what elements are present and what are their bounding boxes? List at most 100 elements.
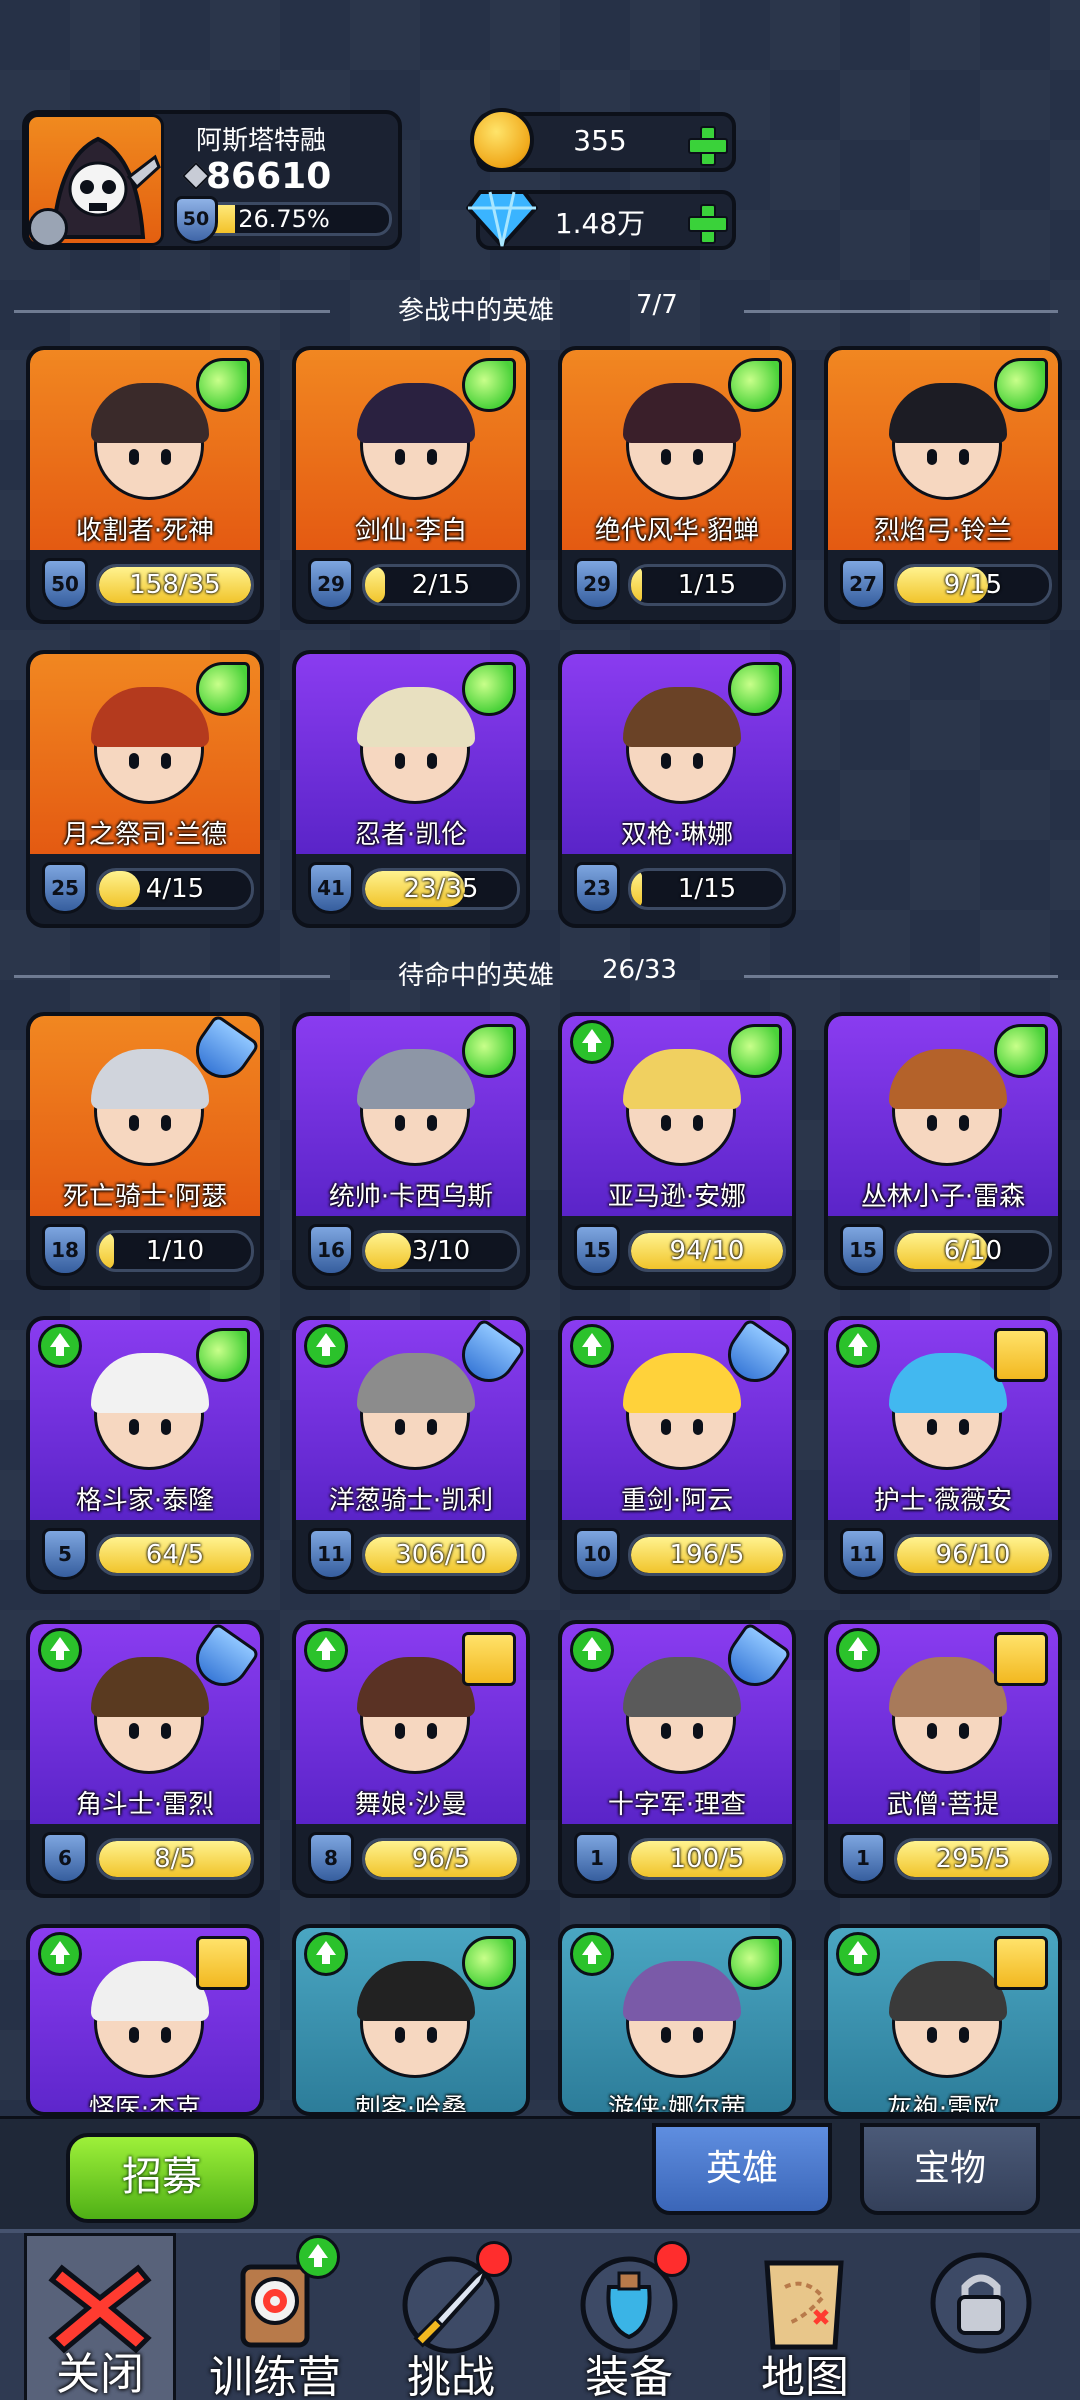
hero-name: 剑仙·李白 bbox=[354, 516, 468, 546]
hero-card[interactable]: 统帅·卡西乌斯 16 3/10 bbox=[292, 1012, 530, 1290]
add-gold-plus-icon[interactable] bbox=[686, 124, 728, 166]
hero-shard-bar: 196/5 bbox=[628, 1534, 786, 1576]
upgrade-arrow-icon bbox=[38, 1932, 82, 1976]
settings-gear-icon[interactable] bbox=[28, 208, 68, 248]
hero-name: 洋葱骑士·凯利 bbox=[328, 1486, 494, 1516]
nav-close[interactable]: 关闭 bbox=[24, 2233, 176, 2400]
hero-eye bbox=[395, 1723, 405, 1739]
hero-hair bbox=[623, 1961, 741, 2021]
hero-card[interactable]: 怪医·杰克 bbox=[26, 1924, 264, 2116]
hero-face bbox=[623, 383, 741, 500]
hero-card[interactable]: 死亡骑士·阿瑟 18 1/10 bbox=[26, 1012, 264, 1290]
nav-training-camp[interactable]: 训练营 bbox=[200, 2233, 350, 2400]
book-icon bbox=[462, 1632, 516, 1686]
hero-level-badge: 6 bbox=[42, 1832, 88, 1884]
tab-treasures[interactable]: 宝物 bbox=[860, 2123, 1040, 2215]
hero-face bbox=[623, 1353, 741, 1470]
hero-card[interactable]: 亚马逊·安娜 15 94/10 bbox=[558, 1012, 796, 1290]
nav-label: 地图 bbox=[761, 2352, 849, 2400]
bottom-nav: 关闭 训练营 挑战 装备 地图 bbox=[0, 2229, 1080, 2400]
hero-card[interactable]: 刺客·哈桑 bbox=[292, 1924, 530, 2116]
hero-name: 刺客·哈桑 bbox=[354, 2094, 468, 2116]
hero-eye bbox=[927, 1419, 937, 1435]
hero-name: 游侠·娜尔茜 bbox=[607, 2094, 747, 2116]
upgrade-arrow-icon bbox=[304, 1932, 348, 1976]
hero-hair bbox=[623, 1657, 741, 1717]
wing-icon bbox=[728, 358, 782, 412]
standby-heroes-header: 待命中的英雄 26/33 bbox=[14, 955, 1058, 995]
hero-eye bbox=[129, 1419, 139, 1435]
hero-eye bbox=[129, 1723, 139, 1739]
hero-card[interactable]: 十字军·理查 1 100/5 bbox=[558, 1620, 796, 1898]
hero-card[interactable]: 绝代风华·貂蝉 29 1/15 bbox=[558, 346, 796, 624]
notification-dot bbox=[654, 2241, 690, 2277]
hero-eye bbox=[661, 753, 671, 769]
add-gem-plus-icon[interactable] bbox=[686, 202, 728, 244]
hero-card[interactable]: 收割者·死神 50 158/35 bbox=[26, 346, 264, 624]
hero-shard-progress: 2/15 bbox=[411, 570, 471, 600]
hero-card[interactable]: 丛林小子·雷森 15 6/10 bbox=[824, 1012, 1062, 1290]
hero-card[interactable]: 剑仙·李白 29 2/15 bbox=[292, 346, 530, 624]
hero-hair bbox=[357, 1049, 475, 1109]
hero-hair bbox=[91, 1961, 209, 2021]
hero-card[interactable]: 护士·薇薇安 11 96/10 bbox=[824, 1316, 1062, 1594]
hero-face bbox=[357, 1049, 475, 1166]
hero-name: 绝代风华·貂蝉 bbox=[594, 516, 760, 546]
divider bbox=[14, 310, 330, 313]
gold-amount: 355 bbox=[573, 124, 627, 157]
hero-card[interactable]: 角斗士·雷烈 6 8/5 bbox=[26, 1620, 264, 1898]
wing-icon bbox=[196, 662, 250, 716]
hero-shard-bar: 6/10 bbox=[894, 1230, 1052, 1272]
hero-card[interactable]: 洋葱骑士·凯利 11 306/10 bbox=[292, 1316, 530, 1594]
hero-shard-progress: 8/5 bbox=[154, 1844, 196, 1874]
hero-eye bbox=[661, 2027, 671, 2043]
hero-card[interactable]: 月之祭司·兰德 25 4/15 bbox=[26, 650, 264, 928]
hero-eye bbox=[959, 1115, 969, 1131]
hero-eye bbox=[693, 1419, 703, 1435]
hero-eye bbox=[395, 1115, 405, 1131]
hero-eye bbox=[395, 449, 405, 465]
hero-name: 武僧·菩提 bbox=[886, 1790, 1000, 1820]
hero-shard-bar: 100/5 bbox=[628, 1838, 786, 1880]
upgrade-arrow-icon bbox=[296, 2235, 340, 2279]
nav-map[interactable]: 地图 bbox=[730, 2233, 880, 2400]
hero-card[interactable]: 舞娘·沙曼 8 96/5 bbox=[292, 1620, 530, 1898]
hero-card[interactable]: 灰袍·雷欧 bbox=[824, 1924, 1062, 2116]
hero-eye bbox=[129, 1115, 139, 1131]
hero-level-badge: 5 bbox=[42, 1528, 88, 1580]
hero-shard-progress: 4/15 bbox=[145, 874, 205, 904]
hero-hair bbox=[91, 687, 209, 747]
hero-card[interactable]: 格斗家·泰隆 5 64/5 bbox=[26, 1316, 264, 1594]
hero-face bbox=[357, 1961, 475, 2078]
player-profile[interactable]: 阿斯塔特融 86610 26.75% 50 bbox=[22, 110, 402, 250]
hero-shard-progress: 1/10 bbox=[145, 1236, 205, 1266]
hero-level-badge: 1 bbox=[840, 1832, 886, 1884]
hero-card[interactable]: 忍者·凯伦 41 23/35 bbox=[292, 650, 530, 928]
divider bbox=[744, 310, 1058, 313]
upgrade-arrow-icon bbox=[836, 1932, 880, 1976]
hero-hair bbox=[357, 383, 475, 443]
tab-heroes[interactable]: 英雄 bbox=[652, 2123, 832, 2215]
hero-level-badge: 50 bbox=[42, 558, 88, 610]
hero-card[interactable]: 游侠·娜尔茜 bbox=[558, 1924, 796, 2116]
hero-card[interactable]: 烈焰弓·铃兰 27 9/15 bbox=[824, 346, 1062, 624]
nav-locked[interactable] bbox=[906, 2233, 1056, 2400]
nav-equipment[interactable]: 装备 bbox=[554, 2233, 704, 2400]
nav-challenge[interactable]: 挑战 bbox=[376, 2233, 526, 2400]
recruit-button[interactable]: 招募 bbox=[66, 2133, 258, 2223]
hero-face bbox=[357, 687, 475, 804]
hero-name: 十字军·理查 bbox=[607, 1790, 747, 1820]
wing-icon bbox=[462, 1024, 516, 1078]
hero-level-badge: 41 bbox=[308, 862, 354, 914]
hero-card[interactable]: 重剑·阿云 10 196/5 bbox=[558, 1316, 796, 1594]
hero-name: 格斗家·泰隆 bbox=[75, 1486, 215, 1516]
hero-shard-progress: 96/10 bbox=[935, 1540, 1011, 1570]
hero-shard-bar: 1/15 bbox=[628, 564, 786, 606]
hero-eye bbox=[959, 449, 969, 465]
hero-card[interactable]: 双枪·琳娜 23 1/15 bbox=[558, 650, 796, 928]
hero-card[interactable]: 武僧·菩提 1 295/5 bbox=[824, 1620, 1062, 1898]
hero-hair bbox=[357, 1353, 475, 1413]
hero-level-badge: 18 bbox=[42, 1224, 88, 1276]
hero-eye bbox=[661, 1723, 671, 1739]
hero-eye bbox=[661, 1115, 671, 1131]
